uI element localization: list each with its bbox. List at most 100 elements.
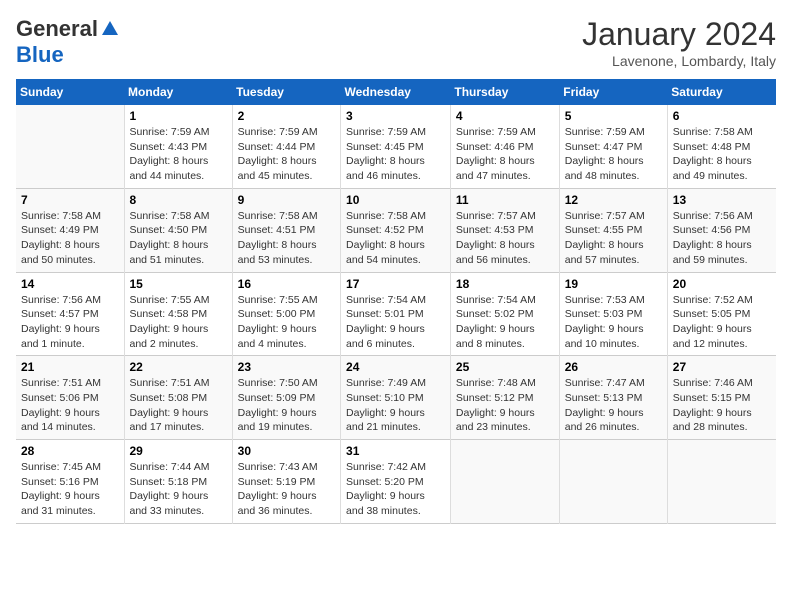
header-thursday: Thursday	[450, 79, 559, 105]
logo-icon	[100, 19, 120, 39]
day-number: 16	[238, 277, 335, 291]
calendar-subtitle: Lavenone, Lombardy, Italy	[582, 53, 776, 69]
day-number: 1	[130, 109, 227, 123]
day-info: Sunrise: 7:45 AMSunset: 5:16 PMDaylight:…	[21, 460, 119, 519]
calendar-cell: 23 Sunrise: 7:50 AMSunset: 5:09 PMDayligh…	[232, 356, 340, 440]
header-sunday: Sunday	[16, 79, 124, 105]
calendar-cell: 8 Sunrise: 7:58 AMSunset: 4:50 PMDaylight…	[124, 188, 232, 272]
day-number: 15	[130, 277, 227, 291]
calendar-cell: 17Sunrise: 7:54 AMSunset: 5:01 PMDayligh…	[341, 272, 451, 356]
day-info: Sunrise: 7:59 AMSunset: 4:47 PMDaylight:…	[565, 125, 662, 184]
day-info: Sunrise: 7:58 AMSunset: 4:50 PMDaylight:…	[130, 209, 227, 268]
day-number: 14	[21, 277, 119, 291]
day-number: 6	[673, 109, 771, 123]
day-number: 8	[130, 193, 227, 207]
header-row: SundayMondayTuesdayWednesdayThursdayFrid…	[16, 79, 776, 105]
calendar-cell: 1 Sunrise: 7:59 AMSunset: 4:43 PMDaylight…	[124, 105, 232, 188]
day-info: Sunrise: 7:51 AMSunset: 5:06 PMDaylight:…	[21, 376, 119, 435]
calendar-week-row: 7Sunrise: 7:58 AMSunset: 4:49 PMDaylight…	[16, 188, 776, 272]
calendar-cell: 29Sunrise: 7:44 AMSunset: 5:18 PMDayligh…	[124, 440, 232, 524]
calendar-week-row: 28 Sunrise: 7:45 AMSunset: 5:16 PMDayligh…	[16, 440, 776, 524]
day-info: Sunrise: 7:55 AMSunset: 5:00 PMDaylight:…	[238, 293, 335, 352]
day-info: Sunrise: 7:42 AMSunset: 5:20 PMDaylight:…	[346, 460, 445, 519]
calendar-cell: 13Sunrise: 7:56 AMSunset: 4:56 PMDayligh…	[667, 188, 776, 272]
calendar-cell	[450, 440, 559, 524]
day-info: Sunrise: 7:58 AMSunset: 4:52 PMDaylight:…	[346, 209, 445, 268]
calendar-cell: 21 Sunrise: 7:51 AMSunset: 5:06 PMDayligh…	[16, 356, 124, 440]
day-info: Sunrise: 7:58 AMSunset: 4:51 PMDaylight:…	[238, 209, 335, 268]
day-number: 24	[346, 360, 445, 374]
day-info: Sunrise: 7:48 AMSunset: 5:12 PMDaylight:…	[456, 376, 554, 435]
day-info: Sunrise: 7:59 AMSunset: 4:46 PMDaylight:…	[456, 125, 554, 184]
day-info: Sunrise: 7:59 AMSunset: 4:44 PMDaylight:…	[238, 125, 335, 184]
day-number: 11	[456, 193, 554, 207]
day-info: Sunrise: 7:53 AMSunset: 5:03 PMDaylight:…	[565, 293, 662, 352]
day-number: 31	[346, 444, 445, 458]
header-tuesday: Tuesday	[232, 79, 340, 105]
calendar-cell: 25 Sunrise: 7:48 AMSunset: 5:12 PMDayligh…	[450, 356, 559, 440]
calendar-cell: 18 Sunrise: 7:54 AMSunset: 5:02 PMDayligh…	[450, 272, 559, 356]
day-number: 18	[456, 277, 554, 291]
logo: General Blue	[16, 16, 120, 68]
calendar-cell: 30 Sunrise: 7:43 AMSunset: 5:19 PMDayligh…	[232, 440, 340, 524]
calendar-week-row: 21 Sunrise: 7:51 AMSunset: 5:06 PMDayligh…	[16, 356, 776, 440]
calendar-cell: 3Sunrise: 7:59 AMSunset: 4:45 PMDaylight…	[341, 105, 451, 188]
calendar-cell: 2 Sunrise: 7:59 AMSunset: 4:44 PMDaylight…	[232, 105, 340, 188]
day-info: Sunrise: 7:50 AMSunset: 5:09 PMDaylight:…	[238, 376, 335, 435]
calendar-cell: 11 Sunrise: 7:57 AMSunset: 4:53 PMDayligh…	[450, 188, 559, 272]
day-info: Sunrise: 7:59 AMSunset: 4:45 PMDaylight:…	[346, 125, 445, 184]
day-number: 7	[21, 193, 119, 207]
calendar-title: January 2024	[582, 16, 776, 53]
day-info: Sunrise: 7:47 AMSunset: 5:13 PMDaylight:…	[565, 376, 662, 435]
day-info: Sunrise: 7:49 AMSunset: 5:10 PMDaylight:…	[346, 376, 445, 435]
day-number: 29	[130, 444, 227, 458]
calendar-cell: 4 Sunrise: 7:59 AMSunset: 4:46 PMDaylight…	[450, 105, 559, 188]
day-number: 19	[565, 277, 662, 291]
calendar-cell: 27 Sunrise: 7:46 AMSunset: 5:15 PMDayligh…	[667, 356, 776, 440]
calendar-cell: 12 Sunrise: 7:57 AMSunset: 4:55 PMDayligh…	[559, 188, 667, 272]
day-number: 12	[565, 193, 662, 207]
calendar-cell	[16, 105, 124, 188]
calendar-cell	[667, 440, 776, 524]
calendar-cell: 16 Sunrise: 7:55 AMSunset: 5:00 PMDayligh…	[232, 272, 340, 356]
day-number: 4	[456, 109, 554, 123]
day-info: Sunrise: 7:55 AMSunset: 4:58 PMDaylight:…	[130, 293, 227, 352]
day-info: Sunrise: 7:59 AMSunset: 4:43 PMDaylight:…	[130, 125, 227, 184]
calendar-week-row: 14 Sunrise: 7:56 AMSunset: 4:57 PMDayligh…	[16, 272, 776, 356]
calendar-cell	[559, 440, 667, 524]
header-wednesday: Wednesday	[341, 79, 451, 105]
day-number: 5	[565, 109, 662, 123]
day-number: 10	[346, 193, 445, 207]
day-number: 2	[238, 109, 335, 123]
calendar-cell: 20Sunrise: 7:52 AMSunset: 5:05 PMDayligh…	[667, 272, 776, 356]
day-number: 13	[673, 193, 771, 207]
day-number: 21	[21, 360, 119, 374]
calendar-cell: 14 Sunrise: 7:56 AMSunset: 4:57 PMDayligh…	[16, 272, 124, 356]
day-number: 17	[346, 277, 445, 291]
calendar-cell: 26 Sunrise: 7:47 AMSunset: 5:13 PMDayligh…	[559, 356, 667, 440]
calendar-cell: 22Sunrise: 7:51 AMSunset: 5:08 PMDayligh…	[124, 356, 232, 440]
day-number: 20	[673, 277, 771, 291]
day-number: 25	[456, 360, 554, 374]
logo-blue-text: Blue	[16, 42, 64, 68]
day-info: Sunrise: 7:58 AMSunset: 4:48 PMDaylight:…	[673, 125, 771, 184]
day-info: Sunrise: 7:57 AMSunset: 4:53 PMDaylight:…	[456, 209, 554, 268]
day-info: Sunrise: 7:46 AMSunset: 5:15 PMDaylight:…	[673, 376, 771, 435]
calendar-cell: 7Sunrise: 7:58 AMSunset: 4:49 PMDaylight…	[16, 188, 124, 272]
calendar-cell: 9 Sunrise: 7:58 AMSunset: 4:51 PMDaylight…	[232, 188, 340, 272]
day-info: Sunrise: 7:56 AMSunset: 4:57 PMDaylight:…	[21, 293, 119, 352]
day-info: Sunrise: 7:43 AMSunset: 5:19 PMDaylight:…	[238, 460, 335, 519]
day-number: 23	[238, 360, 335, 374]
header-friday: Friday	[559, 79, 667, 105]
day-number: 9	[238, 193, 335, 207]
day-info: Sunrise: 7:54 AMSunset: 5:02 PMDaylight:…	[456, 293, 554, 352]
calendar-cell: 10 Sunrise: 7:58 AMSunset: 4:52 PMDayligh…	[341, 188, 451, 272]
day-number: 30	[238, 444, 335, 458]
day-number: 26	[565, 360, 662, 374]
day-number: 28	[21, 444, 119, 458]
calendar-cell: 5 Sunrise: 7:59 AMSunset: 4:47 PMDaylight…	[559, 105, 667, 188]
title-section: January 2024 Lavenone, Lombardy, Italy	[582, 16, 776, 69]
day-info: Sunrise: 7:57 AMSunset: 4:55 PMDaylight:…	[565, 209, 662, 268]
day-number: 27	[673, 360, 771, 374]
logo-general-text: General	[16, 16, 98, 42]
